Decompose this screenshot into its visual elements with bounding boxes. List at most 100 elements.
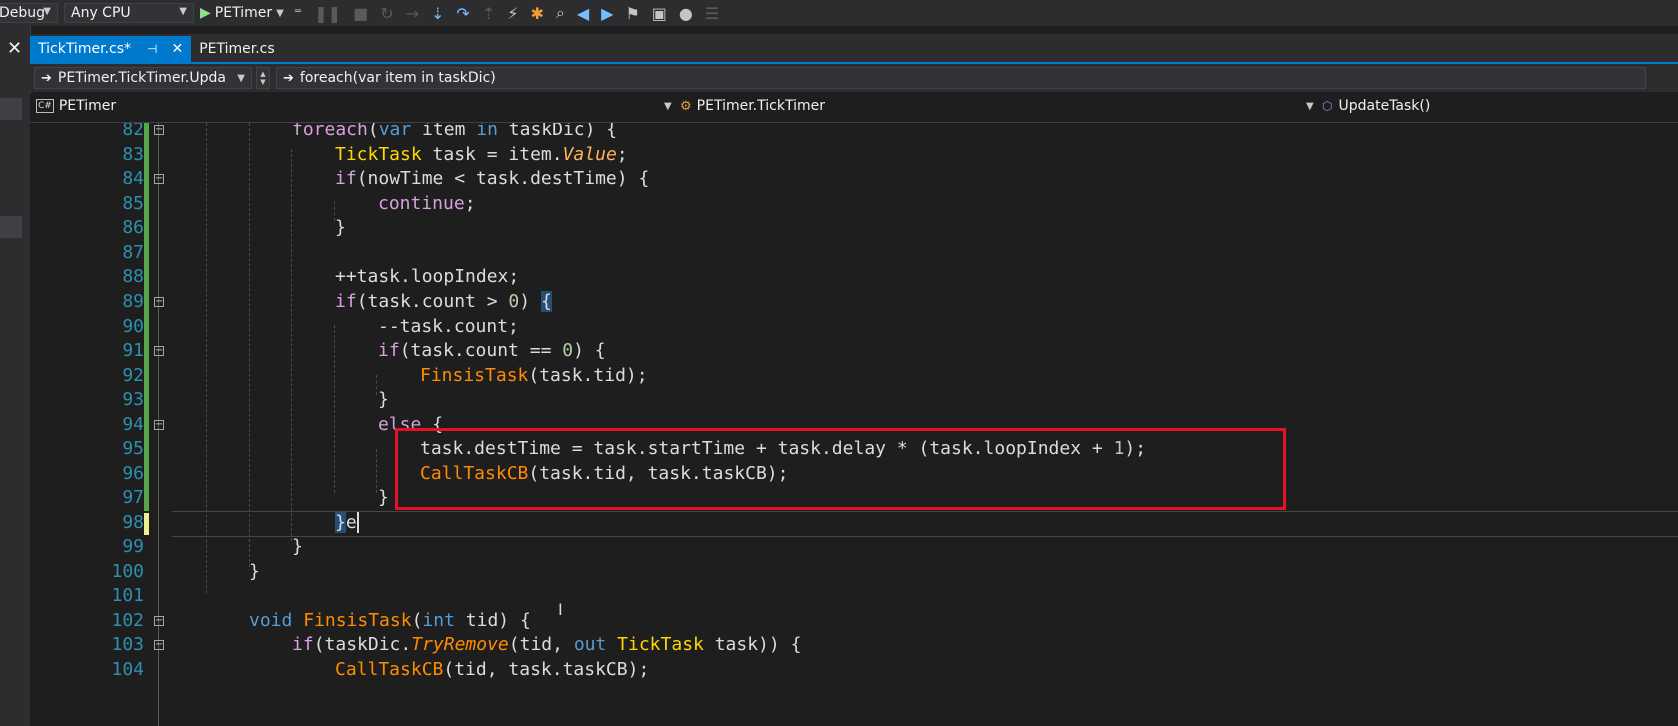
code-line: 91 − if(task.count == 0) { xyxy=(30,338,1678,364)
code-line: 100 } xyxy=(30,559,1678,585)
class-scope-value: PETimer.TickTimer xyxy=(696,98,825,114)
line-number: 86 xyxy=(122,217,144,238)
line-number: 96 xyxy=(122,463,144,484)
restart-icon: ↻ xyxy=(380,3,394,23)
chevron-down-icon: ▼ xyxy=(276,7,284,19)
tab-petimer[interactable]: PETimer.cs xyxy=(191,36,282,62)
member-value: PETimer.TickTimer.Upda xyxy=(57,70,226,86)
code-line: 104 CallTaskCB(tid, task.taskCB); xyxy=(30,657,1678,683)
platform-value: Any CPU xyxy=(71,5,131,21)
method-scope-dropdown[interactable]: ⬡ UpdateTask() xyxy=(1322,98,1430,114)
code-editor[interactable]: 82 − foreach(var item in taskDic) { 83 T… xyxy=(30,123,1678,726)
code-text: --task.count; xyxy=(378,316,519,337)
navigate-forward-icon[interactable]: ▶ xyxy=(601,4,613,23)
uncomment-icon: ☰ xyxy=(704,3,720,23)
code-line: 101 xyxy=(30,583,1678,609)
csharp-icon: C# xyxy=(36,99,54,113)
line-number: 93 xyxy=(122,389,144,410)
code-text: if(task.count == 0) { xyxy=(378,340,606,361)
find-icon[interactable]: ⌕ xyxy=(556,3,565,23)
class-scope-dropdown[interactable]: ⚙ PETimer.TickTimer ▼ xyxy=(680,98,1320,114)
start-button[interactable]: ▶ PETimer ▼ xyxy=(200,5,284,21)
code-line: 103 − if(taskDic.TryRemove(tid, out Tick… xyxy=(30,632,1678,658)
tool-window-tab[interactable] xyxy=(0,216,22,238)
code-text: if(nowTime < task.destTime) { xyxy=(335,168,650,189)
code-text: TickTask task = item.Value; xyxy=(335,144,628,165)
code-line: 92 FinsisTask(task.tid); xyxy=(30,363,1678,389)
step-out-icon: ⇡ xyxy=(481,3,496,23)
main-toolbar: Debug ▼ Any CPU ▼ ▶ PETimer ▼ ⁼ ❚❚ ■ ↻ →… xyxy=(0,0,1678,26)
configuration-value: Debug xyxy=(0,5,46,21)
statement-value: foreach(var item in taskDic) xyxy=(299,70,496,86)
code-line: 88 ++task.loopIndex; xyxy=(30,264,1678,290)
document-tab-bar: TickTimer.cs* ⊣ ✕ PETimer.cs xyxy=(30,34,1678,64)
comment-icon[interactable]: ● xyxy=(679,4,693,23)
scope-bar: C# PETimer ▼ ⚙ PETimer.TickTimer ▼ ⬡ Upd… xyxy=(30,94,1678,123)
line-number: 91 xyxy=(122,340,144,361)
class-icon: ⚙ xyxy=(680,98,692,114)
line-number: 84 xyxy=(122,168,144,189)
arrow-right-icon: ➔ xyxy=(41,70,52,86)
navigation-bar: ➔ PETimer.TickTimer.Upda ▼ ▲ ▼ ➔ foreach… xyxy=(30,64,1678,92)
statement-dropdown[interactable]: ➔ foreach(var item in taskDic) xyxy=(276,67,1646,89)
left-tool-strip: ✕ xyxy=(0,26,31,726)
code-line: 84 − if(nowTime < task.destTime) { xyxy=(30,166,1678,192)
chevron-down-icon: ▼ xyxy=(664,100,672,112)
collapse-icon[interactable]: − xyxy=(154,125,164,135)
line-number: 87 xyxy=(122,242,144,263)
code-text: } xyxy=(292,536,303,557)
code-line: 90 --task.count; xyxy=(30,314,1678,340)
tool-window-tab[interactable] xyxy=(0,98,22,120)
code-line: 93 } xyxy=(30,387,1678,413)
nav-stepper[interactable]: ▲ ▼ xyxy=(256,67,270,89)
chevron-down-icon: ▼ xyxy=(179,6,187,17)
chevron-down-icon: ▼ xyxy=(237,72,245,84)
chevron-down-icon: ▼ xyxy=(43,6,51,17)
close-icon[interactable]: ✕ xyxy=(171,41,183,57)
member-dropdown[interactable]: ➔ PETimer.TickTimer.Upda ▼ xyxy=(34,67,252,89)
code-line: 89 − if(task.count > 0) { xyxy=(30,289,1678,315)
pause-icon: ❚❚ xyxy=(314,3,342,23)
collapse-icon[interactable]: − xyxy=(154,346,164,356)
project-scope-dropdown[interactable]: C# PETimer ▼ xyxy=(36,98,676,114)
line-number: 89 xyxy=(122,291,144,312)
navigate-back-icon[interactable]: ◀ xyxy=(577,4,589,23)
line-number: 88 xyxy=(122,266,144,287)
diagnostic-icon[interactable]: ✱ xyxy=(530,4,543,23)
code-text: FinsisTask(task.tid); xyxy=(420,365,648,386)
collapse-icon[interactable]: − xyxy=(154,420,164,430)
bookmark-icon[interactable]: ⚑ xyxy=(625,4,639,23)
collapse-icon[interactable]: − xyxy=(154,297,164,307)
code-text: }e xyxy=(335,512,359,533)
highlight-box xyxy=(395,428,1286,510)
configuration-combo[interactable]: Debug ▼ xyxy=(0,3,58,23)
pin-icon[interactable]: ⊣ xyxy=(147,42,157,56)
code-text: } xyxy=(378,389,389,410)
collapse-icon[interactable]: − xyxy=(154,616,164,626)
step-into-icon[interactable]: ⇣ xyxy=(431,4,444,23)
hot-reload-icon[interactable]: ⚡ xyxy=(507,4,518,23)
code-line: 83 TickTask task = item.Value; xyxy=(30,142,1678,168)
code-text: if(taskDic.TryRemove(tid, out TickTask t… xyxy=(292,634,802,655)
tab-ticktimer[interactable]: TickTimer.cs* ⊣ ✕ xyxy=(30,36,192,62)
platform-combo[interactable]: Any CPU ▼ xyxy=(64,3,194,23)
collapse-icon[interactable]: − xyxy=(154,640,164,650)
method-icon: ⬡ xyxy=(1322,99,1333,113)
chevron-down-icon: ▼ xyxy=(260,78,266,86)
window-icon[interactable]: ▣ xyxy=(652,4,667,23)
step-over-icon[interactable]: ↷ xyxy=(456,4,469,23)
code-line: 85 continue; xyxy=(30,191,1678,217)
code-line: 102 − void FinsisTask(int tid) { xyxy=(30,608,1678,634)
line-number: 99 xyxy=(122,536,144,557)
line-number: 92 xyxy=(122,365,144,386)
code-line: 87 xyxy=(30,240,1678,266)
overflow-icon[interactable]: ⁼ xyxy=(294,4,302,23)
line-number: 103 xyxy=(111,634,144,655)
close-icon[interactable]: ✕ xyxy=(7,38,22,59)
collapse-icon[interactable]: − xyxy=(154,174,164,184)
code-text: void FinsisTask(int tid) { xyxy=(249,610,531,631)
code-text: if(task.count > 0) { xyxy=(335,291,552,312)
line-number: 82 xyxy=(122,123,144,140)
code-line: 99 } xyxy=(30,534,1678,560)
line-number: 85 xyxy=(122,193,144,214)
